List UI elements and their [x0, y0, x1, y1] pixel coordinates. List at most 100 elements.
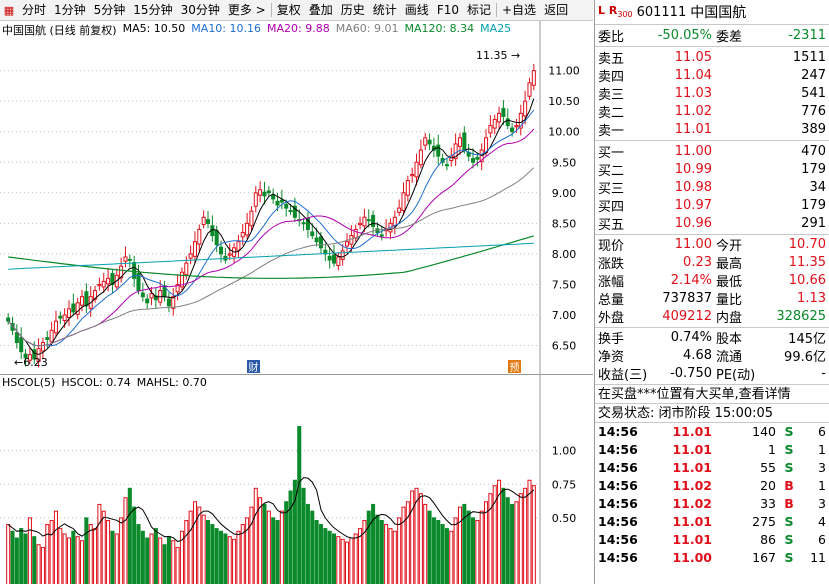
toolbar-button-10[interactable]: 画线 [401, 0, 433, 21]
tick-row: 14:56 11.01 275 S 4 [595, 512, 829, 530]
y-tick-label: 9.00 [552, 187, 577, 200]
toolbar-button-6[interactable]: 复权 [273, 0, 305, 21]
kline-chart-panel[interactable]: 6.50 7.00 7.50 8.00 8.50 9.00 9.50 10.00 10.50 11… [0, 21, 593, 374]
bid-row[interactable]: 买一 11.00 470 [595, 142, 829, 161]
candle-body [444, 164, 449, 167]
stat-label: 内盘 [716, 311, 743, 327]
bid-volume: 179 [801, 161, 826, 177]
ask-label: 卖二 [598, 106, 625, 122]
hscol-bar [119, 517, 124, 584]
ask-row[interactable]: 卖四 11.04 247 [595, 66, 829, 85]
chart-type-icon[interactable]: ▦ [0, 0, 18, 21]
tick-count: 6 [818, 424, 826, 440]
hscol-bar [371, 503, 376, 584]
tick-time: 14:56 [598, 477, 638, 493]
bid-row[interactable]: 买五 10.96 291 [595, 215, 829, 233]
toolbar-button-0[interactable]: 分时 [18, 0, 50, 21]
hscol-bar [123, 497, 128, 584]
stat-value: 10.70 [788, 237, 826, 253]
candle-body [262, 191, 267, 197]
hscol-bar [53, 510, 58, 584]
kline-chart[interactable]: 6.50 7.00 7.50 8.00 8.50 9.00 9.50 10.00 10.50 11… [0, 21, 593, 374]
tick-list[interactable]: 14:56 11.01 140 S 6 14:56 11.01 1 S 1 14:56 11.01 55… [595, 423, 829, 566]
toolbar-button-4[interactable]: 30分钟 [177, 0, 224, 21]
candle-body [501, 107, 506, 117]
toolbar-button-1[interactable]: 1分钟 [50, 0, 90, 21]
stat-value: 4.68 [683, 348, 712, 364]
toolbar-button-7[interactable]: 叠加 [305, 0, 337, 21]
hscol-chart-panel[interactable]: 0.50 0.75 1.00 HSCOL(5) HSCOL: 0.74 MAHSL:… [0, 374, 593, 584]
toolbar-button-9[interactable]: 统计 [369, 0, 401, 21]
stat-row: 涨跌 0.23 最高 11.35 [595, 254, 829, 272]
hscol-bar [345, 541, 350, 584]
fundamental-stats: 换手 0.74% 股本 145亿 净资 4.68 流通 99.6亿 收益(三) -0.750 PE(… [595, 328, 829, 385]
hscol-bar [214, 528, 219, 584]
candle-body [97, 283, 102, 287]
ask-row[interactable]: 卖五 11.05 1511 [595, 48, 829, 67]
stat-row: 外盘 409212 内盘 328625 [595, 308, 829, 326]
tick-count: 3 [818, 460, 826, 476]
bid-price: 10.99 [674, 161, 712, 177]
tick-side: S [784, 424, 794, 440]
bid-volume: 470 [801, 143, 826, 159]
candle-body [249, 210, 254, 227]
toolbar-button-12[interactable]: 标记 [463, 0, 495, 21]
toolbar-button-14[interactable]: 返回 [540, 0, 572, 21]
hscol-bar [510, 503, 515, 584]
hscol-bar [470, 517, 476, 584]
y-tick-label: 7.50 [552, 278, 577, 291]
y-tick-label: 9.50 [552, 156, 577, 169]
tick-row: 14:56 11.01 1 S 1 [595, 441, 829, 459]
hscol-bar [110, 530, 115, 584]
hscol-bar [93, 528, 98, 584]
hscol-bar [523, 487, 528, 584]
hscol-bar [140, 530, 145, 584]
hscol-bar [184, 520, 189, 584]
ask-row[interactable]: 卖二 11.02 776 [595, 103, 829, 121]
ask-volume: 541 [801, 85, 826, 101]
hscol-bar [318, 524, 323, 584]
stat-label: 最高 [716, 257, 743, 273]
stat-label: 最低 [716, 275, 743, 291]
tick-volume: 167 [752, 549, 776, 565]
candle-body [470, 158, 476, 163]
toolbar-button-8[interactable]: 历史 [337, 0, 369, 21]
candle-body [527, 82, 532, 97]
hscol-bar [205, 520, 211, 584]
toolbar-button-11[interactable]: F10 [433, 0, 463, 21]
bid-row[interactable]: 买二 10.99 179 [595, 160, 829, 179]
stat-value: 145亿 [788, 332, 826, 348]
toolbar-button-5[interactable]: 更多 > [224, 0, 270, 21]
hscol-bar [375, 514, 380, 584]
stat-row: 净资 4.68 流通 99.6亿 [595, 347, 829, 365]
ask-row[interactable]: 卖一 11.01 389 [595, 121, 829, 139]
candle-body [397, 207, 402, 213]
candle-body [201, 216, 206, 226]
hscol-bar [158, 537, 163, 584]
toolbar-button-2[interactable]: 5分钟 [90, 0, 130, 21]
stat-label: PE(动) [716, 368, 756, 384]
hscol-bar [232, 538, 237, 584]
candle-body [457, 137, 462, 147]
ask-price: 11.01 [674, 122, 712, 138]
stock-code: 601111 [636, 4, 687, 20]
hscol-bar [88, 524, 93, 584]
ask-row[interactable]: 卖三 11.03 541 [595, 84, 829, 103]
kline-title: 中国国航 (日线 前复权) [2, 24, 117, 37]
big-order-notice[interactable]: 在买盘***位置有大买单,查看详情 [595, 385, 829, 404]
bid-row[interactable]: 买三 10.98 34 [595, 178, 829, 197]
bid-row[interactable]: 买四 10.97 179 [595, 197, 829, 215]
tick-row: 14:56 11.01 55 S 3 [595, 459, 829, 477]
toolbar-button-13[interactable]: +自选 [498, 0, 540, 21]
hscol-chart[interactable]: 0.50 0.75 1.00 [0, 375, 593, 584]
stat-value: 11.35 [788, 255, 826, 271]
ask-label: 卖一 [598, 124, 625, 140]
candle-body [510, 127, 515, 133]
stat-value: 11.00 [674, 237, 712, 253]
toolbar-button-3[interactable]: 15分钟 [129, 0, 176, 21]
candle-body [271, 194, 276, 200]
y-tick-label: 8.50 [552, 217, 577, 230]
candle-body [275, 200, 280, 206]
ma5-line [7, 98, 535, 355]
candle-body [345, 241, 350, 247]
